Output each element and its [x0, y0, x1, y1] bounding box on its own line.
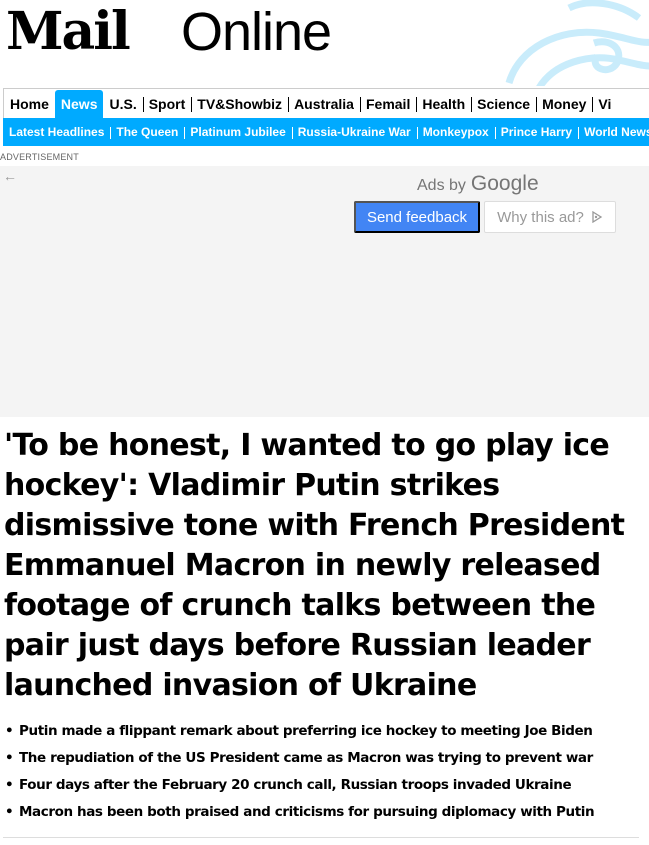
bullet-dot-icon: • — [5, 723, 14, 739]
nav-item-home[interactable]: Home — [4, 89, 55, 118]
ads-by-label: Ads by — [417, 177, 466, 194]
logo-mail[interactable]: Mail — [6, 2, 131, 62]
adchoices-icon — [592, 211, 603, 223]
subnav-item-russia-ukraine-war[interactable]: Russia-Ukraine War — [291, 125, 417, 139]
summary-bullet: • The repudiation of the US President cam… — [5, 745, 645, 772]
article-summary-bullets: • Putin made a flippant remark about pref… — [5, 718, 645, 826]
subnav-item-platinum-jubilee[interactable]: Platinum Jubilee — [184, 125, 291, 139]
nav-item-news[interactable]: News — [54, 90, 104, 118]
summary-bullet: • Four days after the February 20 crunch … — [5, 772, 645, 799]
primary-nav: Home News U.S. Sport TV&Showbiz Australi… — [3, 88, 649, 118]
bullet-dot-icon: • — [5, 777, 14, 793]
bullet-dot-icon: • — [5, 750, 14, 766]
subnav-item-world-news[interactable]: World News — [578, 125, 649, 139]
subnav-item-latest-headlines[interactable]: Latest Headlines — [3, 125, 110, 139]
nav-item-australia[interactable]: Australia — [288, 89, 360, 118]
summary-bullet-text: Macron has been both praised and critici… — [19, 804, 595, 820]
send-feedback-button[interactable]: Send feedback — [354, 201, 480, 233]
ad-container: ← Ads by Google Send feedback Why this a… — [0, 166, 649, 417]
advertisement-label: ADVERTISEMENT — [0, 152, 79, 162]
summary-bullet: • Macron has been both praised and critic… — [5, 799, 645, 826]
bullet-dot-icon: • — [5, 804, 14, 820]
decorative-swirl-icon — [505, 0, 649, 86]
divider — [3, 837, 639, 838]
nav-item-femail[interactable]: Femail — [359, 89, 416, 118]
back-arrow-icon[interactable]: ← — [3, 168, 17, 184]
ads-by-google: Ads by Google — [417, 172, 539, 196]
secondary-nav: Latest Headlines The Queen Platinum Jubi… — [3, 118, 649, 146]
nav-item-health[interactable]: Health — [416, 89, 471, 118]
nav-item-us[interactable]: U.S. — [103, 89, 142, 118]
why-this-ad-label: Why this ad? — [497, 208, 584, 226]
subnav-item-the-queen[interactable]: The Queen — [110, 125, 184, 139]
why-this-ad-button[interactable]: Why this ad? — [484, 201, 616, 233]
nav-item-money[interactable]: Money — [536, 89, 592, 118]
subnav-item-monkeypox[interactable]: Monkeypox — [416, 125, 495, 139]
logo-online[interactable]: Online — [181, 4, 332, 60]
summary-bullet-text: Four days after the February 20 crunch c… — [19, 777, 572, 793]
summary-bullet: • Putin made a flippant remark about pref… — [5, 718, 645, 745]
article-headline[interactable]: 'To be honest, I wanted to go play ice h… — [4, 426, 644, 706]
nav-item-science[interactable]: Science — [471, 89, 536, 118]
summary-bullet-text: The repudiation of the US President came… — [19, 750, 593, 766]
google-logo: Google — [470, 172, 539, 195]
subnav-item-prince-harry[interactable]: Prince Harry — [494, 125, 578, 139]
nav-item-sport[interactable]: Sport — [142, 89, 192, 118]
nav-item-video[interactable]: Vi — [592, 89, 617, 118]
summary-bullet-text: Putin made a flippant remark about prefe… — [19, 723, 593, 739]
nav-item-tv-showbiz[interactable]: TV&Showbiz — [191, 89, 288, 118]
masthead: Mail Online — [0, 0, 649, 86]
